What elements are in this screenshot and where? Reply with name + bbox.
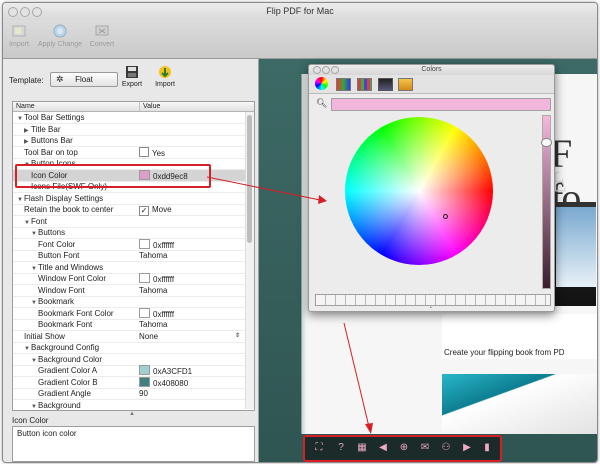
arrow-to-colors-panel: [206, 176, 326, 202]
annotation-arrows: [206, 176, 373, 434]
arrow-to-bottom-toolbar: [343, 322, 371, 432]
arrowhead-toolbar-icon: [365, 423, 373, 434]
arrowhead-colors-icon: [318, 195, 327, 204]
app-window: Flip PDF for Mac Import Apply Change Con…: [2, 2, 598, 463]
